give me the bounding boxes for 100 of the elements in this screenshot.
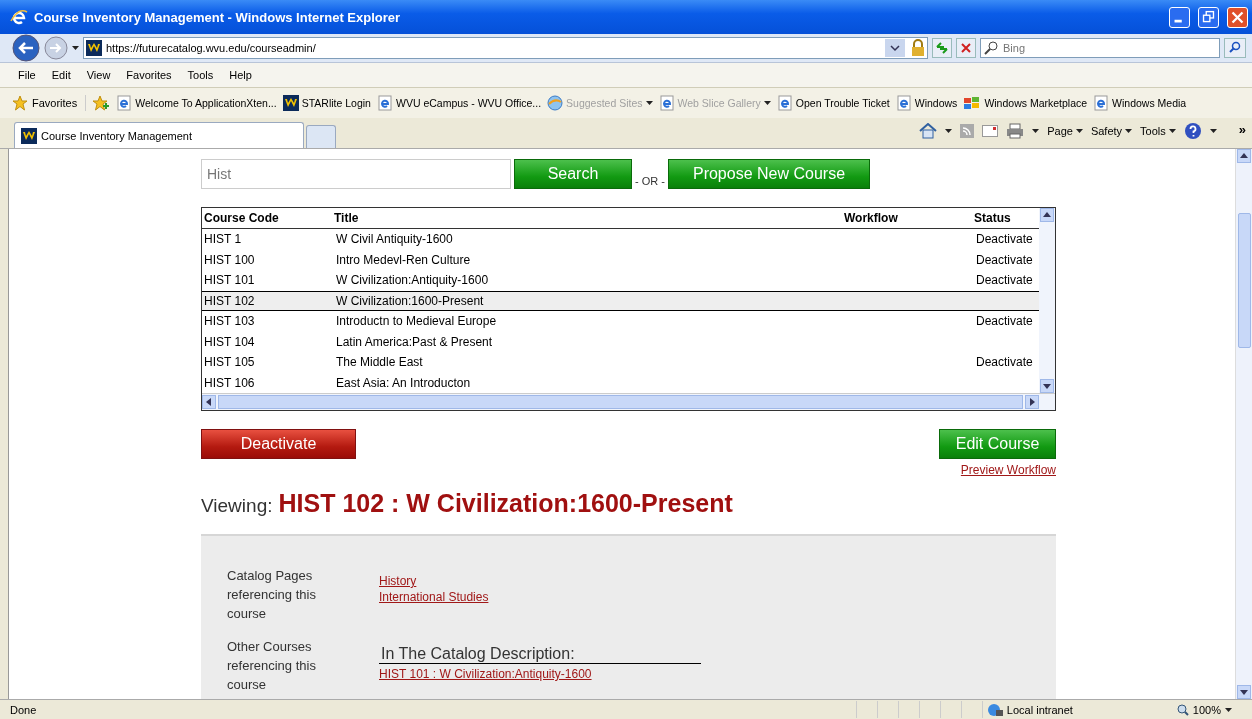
favorites-button[interactable]: Favorites: [12, 95, 87, 111]
table-row[interactable]: HIST 106 East Asia: An Introducton: [202, 372, 1039, 393]
favorites-link[interactable]: Windows Marketplace: [963, 96, 1088, 110]
table-row[interactable]: HIST 103 Introductn to Medieval Europe Deactivate: [202, 311, 1039, 332]
preview-workflow-link[interactable]: Preview Workflow: [960, 463, 1056, 477]
scroll-right-button[interactable]: [1025, 395, 1039, 409]
forward-button[interactable]: [44, 36, 68, 60]
table-row[interactable]: HIST 101 W Civilization:Antiquity-1600 Deactivate: [202, 270, 1039, 291]
table-cell-text: East Asia: An Introducton: [335, 375, 472, 390]
scroll-down-button[interactable]: [1040, 379, 1054, 393]
reference-heading: In The Catalog Description:: [379, 645, 701, 664]
printer-icon[interactable]: [1006, 123, 1025, 139]
menu-item[interactable]: Tools: [187, 69, 214, 81]
caret-icon: [763, 101, 771, 105]
padlock-icon: [909, 39, 927, 57]
column-header: Workflow: [843, 211, 899, 225]
add-favorite-icon[interactable]: [92, 95, 111, 111]
page-icon: [1093, 95, 1110, 111]
table-row[interactable]: HIST 100 Intro Medevl-Ren Culture Deactivate: [202, 249, 1039, 270]
scrollbar-thumb[interactable]: [1237, 213, 1251, 348]
reference-label: Catalog Pages referencing this course: [227, 567, 317, 623]
close-button[interactable]: [1227, 6, 1248, 28]
command-menu[interactable]: Safety: [1090, 125, 1133, 137]
home-icon[interactable]: [919, 123, 938, 139]
caret-icon: [645, 101, 653, 105]
table-cell-text: HIST 104: [203, 334, 256, 349]
star-icon: [12, 95, 28, 111]
table-row[interactable]: HIST 1 W Civil Antiquity-1600 Deactivate: [202, 229, 1039, 250]
table-cell-text: HIST 102: [203, 293, 256, 308]
menu-item[interactable]: View: [86, 69, 111, 81]
menu-item[interactable]: Edit: [51, 69, 71, 81]
table-cell-text: HIST 100: [203, 252, 256, 267]
site-logo-icon: [282, 95, 299, 111]
table-cell-text: HIST 103: [203, 314, 256, 329]
zoom-level[interactable]: 100%: [1176, 703, 1232, 716]
address-field[interactable]: https://futurecatalog.wvu.edu/courseadmin/: [83, 37, 928, 59]
table-row[interactable]: HIST 102 W Civilization:1600-Present: [202, 290, 1039, 311]
help-icon[interactable]: [1183, 122, 1202, 140]
favorites-link[interactable]: Welcome To ApplicationXten...: [116, 95, 277, 111]
table-cell-text: HIST 101: [203, 273, 256, 288]
table-cell: Deactivate: [976, 252, 1033, 267]
search-field[interactable]: Bing: [980, 38, 1220, 58]
refresh-button[interactable]: [932, 38, 952, 58]
course-search-field[interactable]: Hist: [201, 159, 511, 189]
table-cell: Deactivate: [976, 273, 1033, 288]
dropdown-button[interactable]: [885, 39, 905, 57]
reference-link[interactable]: History: [379, 574, 1056, 588]
menu-item[interactable]: Help: [229, 69, 252, 81]
caret-icon: [72, 46, 79, 50]
browser-logo-icon: [10, 9, 28, 25]
url-text: https://futurecatalog.wvu.edu/courseadmin/: [106, 42, 317, 54]
favorites-link[interactable]: Windows Media: [1093, 95, 1187, 111]
status-text: Done: [10, 703, 38, 716]
column-header: Course Code: [203, 211, 280, 225]
command-menu[interactable]: Tools: [1140, 125, 1176, 137]
table-cell-text: W Civilization:Antiquity-1600: [335, 273, 490, 288]
table-cell-text: HIST 106: [203, 375, 256, 390]
security-zone: Local intranet: [1006, 703, 1073, 716]
table-cell-text: Latin America:Past & Present: [335, 334, 494, 349]
caret-icon: [1209, 129, 1217, 133]
table-row[interactable]: HIST 105 The Middle East Deactivate: [202, 352, 1039, 373]
table-cell-text: Intro Medevl-Ren Culture: [335, 252, 472, 267]
reference-link[interactable]: International Studies: [379, 590, 1056, 604]
favorites-link[interactable]: Open Trouble Ticket: [776, 95, 890, 111]
scroll-up-button[interactable]: [1237, 149, 1251, 163]
scroll-left-button[interactable]: [202, 395, 216, 409]
globe-icon: [986, 702, 1003, 717]
search-button[interactable]: [1224, 38, 1246, 58]
caret-icon: [1125, 129, 1133, 133]
page-icon: [658, 95, 675, 111]
table-cell-text: W Civilization:1600-Present: [335, 293, 485, 308]
back-button[interactable]: [12, 34, 40, 62]
scroll-up-button[interactable]: [1040, 208, 1054, 222]
menu-item[interactable]: File: [18, 69, 36, 81]
table-cell-text: HIST 105: [203, 355, 256, 370]
window-title: Course Inventory Management - Windows Internet Explorer: [34, 9, 402, 25]
scrollbar-thumb[interactable]: [218, 395, 1023, 409]
caret-icon: [1225, 707, 1232, 712]
viewing-label: Viewing:: [201, 495, 273, 517]
favorites-link[interactable]: WVU eCampus - WVU Office...: [376, 95, 542, 111]
favorites-link[interactable]: Windows: [895, 95, 958, 111]
vertical-scrollbar[interactable]: [1235, 149, 1252, 699]
scroll-down-button[interactable]: [1237, 685, 1251, 699]
table-cell-text: Introductn to Medieval Europe: [335, 314, 498, 329]
table-cell: Deactivate: [976, 355, 1033, 370]
minimize-button[interactable]: [1169, 6, 1190, 28]
menu-item[interactable]: Favorites: [126, 69, 172, 81]
stop-button[interactable]: [956, 38, 976, 58]
more-commands-button[interactable]: »: [1238, 122, 1246, 137]
deactivate-button[interactable]: Deactivate: [201, 429, 356, 459]
mail-icon[interactable]: [982, 125, 999, 137]
table-row[interactable]: HIST 104 Latin America:Past & Present: [202, 331, 1039, 352]
restore-button[interactable]: [1198, 6, 1219, 28]
or-separator: - OR -: [635, 175, 665, 189]
command-menu[interactable]: Page: [1047, 125, 1083, 137]
favorites-link[interactable]: STARlite Login: [282, 95, 371, 111]
reference-link[interactable]: HIST 101 : W Civilization:Antiquity-1600: [379, 667, 1056, 681]
browser-tab[interactable]: Course Inventory Management: [14, 122, 304, 148]
table-cell-text: HIST 1: [203, 232, 243, 247]
column-header: Status: [973, 211, 1012, 225]
